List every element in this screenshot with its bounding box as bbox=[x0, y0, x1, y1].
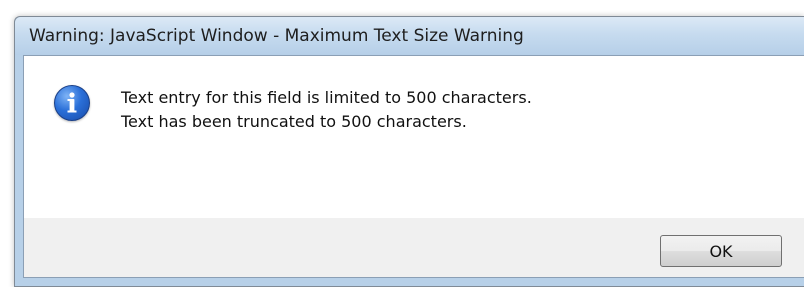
dialog-body: Text entry for this field is limited to … bbox=[23, 55, 804, 278]
warning-dialog: Warning: JavaScript Window - Maximum Tex… bbox=[14, 16, 804, 287]
info-icon bbox=[54, 85, 90, 121]
ok-button[interactable]: OK bbox=[660, 235, 782, 267]
title-bar[interactable]: Warning: JavaScript Window - Maximum Tex… bbox=[15, 17, 804, 55]
message-line-2: Text has been truncated to 500 character… bbox=[121, 112, 467, 131]
window-title: Warning: JavaScript Window - Maximum Tex… bbox=[29, 26, 524, 46]
message-area: Text entry for this field is limited to … bbox=[24, 56, 804, 218]
message-line-1: Text entry for this field is limited to … bbox=[121, 88, 532, 107]
